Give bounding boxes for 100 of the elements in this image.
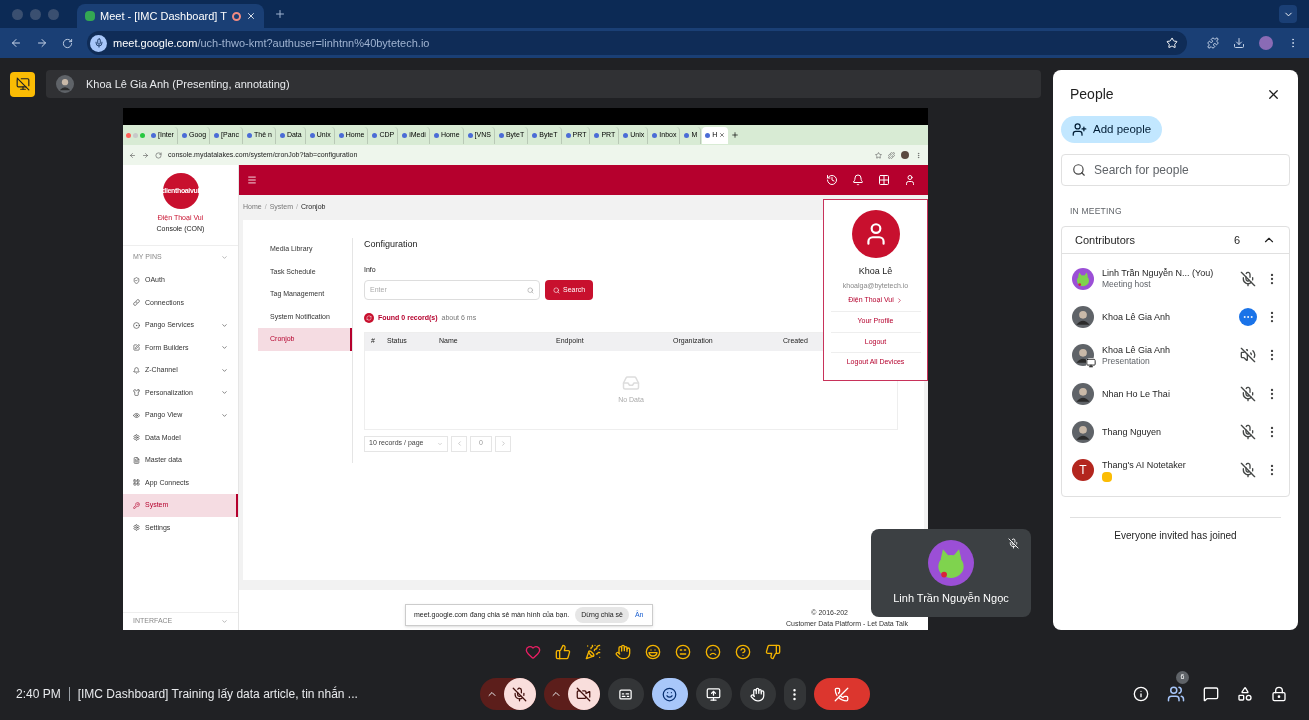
more-options-button[interactable] xyxy=(783,678,806,710)
hand-icon xyxy=(750,686,765,702)
mic-icon xyxy=(90,34,107,52)
search-icon xyxy=(527,286,534,294)
tab-favicon xyxy=(214,132,220,138)
document-icon xyxy=(133,456,140,464)
search-icon xyxy=(1072,163,1086,177)
chevron-right-icon xyxy=(499,440,507,447)
new-tab-icon[interactable] xyxy=(273,8,286,20)
info-icon[interactable] xyxy=(1133,686,1149,702)
settings-icon xyxy=(133,524,140,532)
face-icon[interactable] xyxy=(674,644,691,660)
people-icon[interactable] xyxy=(1167,685,1185,703)
address-field[interactable]: meet.google.com/uch-thwo-kmt?authuser=linhtnn%40bytetech.io xyxy=(87,31,1187,55)
forward-icon[interactable] xyxy=(36,37,48,49)
gear-icon xyxy=(133,434,140,442)
extensions-icon[interactable] xyxy=(1207,37,1219,49)
hand-icon[interactable] xyxy=(614,644,631,660)
close-tab-icon[interactable] xyxy=(245,11,256,21)
reactions-button[interactable] xyxy=(651,678,688,710)
profile-name: Khoa Lê xyxy=(858,265,893,278)
thumbs-down-icon[interactable] xyxy=(764,644,781,660)
user-icon[interactable] xyxy=(904,174,916,186)
panel-title: People xyxy=(1070,85,1114,104)
avatar xyxy=(928,539,974,586)
browser-tab[interactable]: Meet - [IMC Dashboard] T xyxy=(77,4,264,28)
edit-icon xyxy=(133,344,140,352)
participant-row[interactable]: Khoa Lê Gia Anh xyxy=(1062,298,1289,337)
new-tab-icon[interactable] xyxy=(731,131,740,139)
back-icon[interactable] xyxy=(10,37,22,49)
lock-icon[interactable] xyxy=(1271,686,1287,702)
chevron-icon xyxy=(437,440,443,447)
participant-row[interactable]: Nhan Ho Le Thai xyxy=(1062,374,1289,413)
tab-favicon xyxy=(498,132,504,138)
back-icon[interactable] xyxy=(129,151,136,159)
stop-presenting-button[interactable] xyxy=(10,71,35,97)
thumbs-up-icon[interactable] xyxy=(554,644,571,660)
tab-favicon xyxy=(623,132,629,138)
grid-icon xyxy=(133,479,140,487)
chevron-right-icon xyxy=(895,296,903,304)
tab-favicon xyxy=(151,132,156,138)
sad-icon[interactable] xyxy=(704,644,721,660)
history-icon[interactable] xyxy=(826,174,838,186)
download-icon[interactable] xyxy=(1233,37,1245,49)
activities-icon[interactable] xyxy=(1237,686,1253,702)
present-button[interactable] xyxy=(695,678,732,710)
search-icon xyxy=(553,286,560,294)
participant-role: Meeting host xyxy=(1102,279,1151,291)
bell-icon[interactable] xyxy=(852,174,864,186)
forward-icon[interactable] xyxy=(142,151,149,159)
link-icon xyxy=(133,299,140,307)
present-screen-icon xyxy=(706,686,721,702)
tab-favicon xyxy=(372,132,378,138)
participant-row[interactable]: Linh Trần Nguyễn N... (You) Meeting host xyxy=(1062,259,1289,299)
search-field[interactable]: Search for people xyxy=(1061,154,1290,186)
close-icon[interactable] xyxy=(1266,87,1281,102)
star-icon[interactable] xyxy=(875,151,882,159)
add-people-button[interactable]: Add people xyxy=(1061,116,1163,143)
tab-favicon xyxy=(433,132,439,138)
contributors-header[interactable]: Contributors 6 xyxy=(1062,226,1289,254)
shirt-icon xyxy=(133,389,140,397)
tab-list-button[interactable] xyxy=(1279,5,1297,23)
shield-icon xyxy=(133,276,140,284)
heart-icon[interactable] xyxy=(524,644,541,660)
participant-row[interactable]: T Thang's AI Notetaker xyxy=(1062,451,1289,490)
bookmark-star-icon[interactable] xyxy=(1166,37,1178,49)
close-tab-icon[interactable] xyxy=(719,132,726,138)
captions-button[interactable] xyxy=(607,678,644,710)
camera-button[interactable] xyxy=(567,678,600,710)
raise-hand-button[interactable] xyxy=(739,678,776,710)
mic-off-icon xyxy=(512,686,527,702)
mic-button[interactable] xyxy=(503,678,536,710)
presenting-icon xyxy=(1086,358,1096,369)
chat-icon[interactable] xyxy=(1203,686,1219,702)
tab-favicon xyxy=(181,132,187,138)
phone-off-icon xyxy=(834,686,849,702)
circle-icon xyxy=(133,321,140,329)
profile-avatar[interactable] xyxy=(901,151,909,159)
add-person-icon xyxy=(1072,122,1087,137)
eye-icon xyxy=(133,411,140,419)
tab-favicon xyxy=(247,132,252,138)
apps-icon[interactable] xyxy=(878,174,890,186)
captions-icon xyxy=(618,686,633,702)
chevron-icon xyxy=(221,618,228,625)
party-popper-icon[interactable] xyxy=(584,644,601,660)
question-icon[interactable] xyxy=(734,644,751,660)
leave-call-button[interactable] xyxy=(813,678,870,710)
participant-name: Thang's AI Notetaker xyxy=(1102,458,1186,471)
tab-favicon xyxy=(565,132,571,138)
tab-favicon xyxy=(85,11,95,21)
participant-name: Thang Nguyen xyxy=(1102,426,1162,439)
participant-name: Nhan Ho Le Thai xyxy=(1102,387,1170,400)
tab-favicon xyxy=(309,132,315,138)
participant-row[interactable]: Thang Nguyen xyxy=(1062,412,1289,452)
laughing-icon[interactable] xyxy=(644,644,661,660)
refresh-icon[interactable] xyxy=(364,313,374,324)
tab-favicon xyxy=(467,132,473,138)
participant-row[interactable]: Khoa Lê Gia Anh Presentation xyxy=(1062,336,1289,375)
avatar: T xyxy=(1072,459,1094,482)
key-icon xyxy=(133,501,140,509)
